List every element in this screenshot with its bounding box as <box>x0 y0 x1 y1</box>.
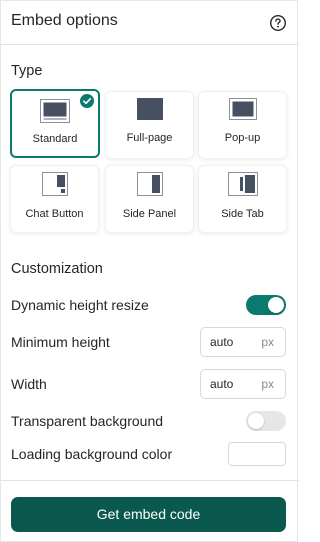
type-option-chat-button[interactable]: Chat Button <box>10 165 99 233</box>
transparent-background-toggle[interactable] <box>246 411 286 431</box>
minimum-height-input[interactable]: auto px <box>200 327 286 357</box>
panel-header: Embed options <box>1 1 299 45</box>
side-tab-layout-icon <box>227 172 258 196</box>
width-input[interactable]: auto px <box>200 369 286 399</box>
chat-button-layout-icon <box>41 172 68 196</box>
get-embed-code-button[interactable]: Get embed code <box>11 497 286 532</box>
type-option-label: Standard <box>32 133 78 145</box>
toggle-knob <box>268 297 284 313</box>
side-panel-layout-icon <box>136 172 163 196</box>
minimum-height-value: auto <box>210 335 234 349</box>
popup-layout-icon <box>228 98 257 120</box>
panel-title: Embed options <box>11 12 118 29</box>
minimum-height-unit: px <box>261 335 274 349</box>
type-option-label: Side Tab <box>221 208 264 220</box>
dynamic-height-label: Dynamic height resize <box>11 297 149 313</box>
loading-background-label: Loading background color <box>11 446 173 462</box>
selected-check-icon <box>80 94 94 108</box>
minimum-height-label: Minimum height <box>11 334 110 350</box>
width-label: Width <box>11 376 47 392</box>
customization-section-title: Customization <box>11 261 103 277</box>
type-option-side-panel[interactable]: Side Panel <box>105 165 194 233</box>
type-option-label: Chat Button <box>25 208 84 220</box>
toggle-knob <box>248 413 264 429</box>
type-section-title: Type <box>11 63 43 79</box>
type-option-standard[interactable]: Standard <box>10 89 100 158</box>
standard-layout-icon <box>40 99 70 123</box>
type-option-label: Full-page <box>126 132 173 144</box>
width-value: auto <box>210 377 234 391</box>
type-option-label: Pop-up <box>224 132 261 144</box>
embed-options-panel: Embed options Type Standard Full-page Po… <box>0 0 299 542</box>
loading-background-color-input[interactable] <box>228 442 286 466</box>
type-option-full-page[interactable]: Full-page <box>105 91 194 159</box>
width-unit: px <box>261 377 274 391</box>
full-page-layout-icon <box>136 98 163 120</box>
type-option-popup[interactable]: Pop-up <box>198 91 287 159</box>
help-circle-icon[interactable] <box>269 14 287 32</box>
type-option-label: Side Panel <box>122 208 177 220</box>
type-option-side-tab[interactable]: Side Tab <box>198 165 287 233</box>
dynamic-height-toggle[interactable] <box>246 295 286 315</box>
transparent-background-label: Transparent background <box>11 413 164 429</box>
